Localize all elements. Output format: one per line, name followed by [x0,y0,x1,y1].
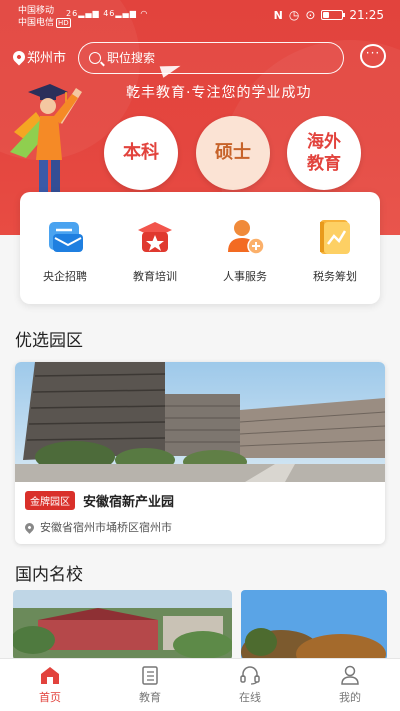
network-type-1: 26 [66,9,79,18]
signal-bars-icon: ▂▄▆ [115,9,137,18]
location-pin-icon [23,520,36,534]
chart-notebook-icon [320,220,350,254]
search-icon [89,52,101,64]
carrier-2: 中国电信 [18,18,55,28]
service-label: 央企招聘 [43,270,87,283]
service-label: 税务筹划 [313,270,357,283]
nav-label: 首页 [39,691,61,704]
signal-bars-icon: ▂▄▆ [78,9,100,18]
bachelor-button[interactable]: 本科 [104,116,178,190]
nav-online[interactable]: 在线 [200,659,300,711]
park-name: 安徽宿新产业园 [83,495,175,510]
park-title-row: 金牌园区 安徽宿新产业园 [25,491,174,510]
graduation-star-icon [138,222,172,252]
search-input[interactable] [107,51,307,65]
city-selector[interactable]: 郑州市 [10,47,67,66]
book-icon [142,666,158,685]
nav-home[interactable]: 首页 [0,659,100,711]
location-icon: ⊙ [305,8,316,22]
nav-profile[interactable]: 我的 [300,659,400,711]
school-card[interactable] [13,590,232,660]
nav-label: 在线 [239,691,261,704]
search-bar[interactable] [78,42,344,74]
envelope-icon [49,222,83,252]
gold-park-badge: 金牌园区 [25,491,75,510]
park-address: 安徽省宿州市埇桥区宿州市 [23,519,172,535]
park-photo [15,362,385,482]
master-button[interactable]: 硕士 [196,116,270,190]
service-label: 教育培训 [133,270,177,283]
location-pin-icon [10,48,28,65]
chat-bubble-icon[interactable]: ··· [360,44,386,68]
wifi-icon: ◠ [140,9,149,18]
status-bar: 中国移动 中国电信 HD 26▂▄▆ 46▂▄▆ ◠ N ◷ ⊙ 21:25 [0,0,400,34]
school-photo [241,590,387,660]
park-address-text: 安徽省宿州市埇桥区宿州市 [40,521,172,534]
headset-icon [240,666,260,685]
home-icon [41,667,59,684]
nav-label: 教育 [139,691,161,704]
signal-icons: 26▂▄▆ 46▂▄▆ ◠ [66,9,148,18]
bottom-nav: 首页 教育 在线 我的 [0,658,400,711]
network-type-2: 46 [103,9,116,18]
overseas-education-button[interactable]: 海外 教育 [287,116,361,190]
city-label: 郑州市 [27,51,67,66]
person-add-icon [228,220,265,255]
carrier-info: 中国移动 中国电信 HD [18,5,71,29]
service-hr[interactable]: 人事服务 [205,216,285,304]
section-title-schools: 国内名校 [15,565,83,585]
person-icon [341,665,359,685]
hd-badge: HD [56,18,71,28]
slogan: 乾丰教育·专注您的学业成功 [126,85,312,101]
school-photo [13,590,232,660]
park-card[interactable]: 金牌园区 安徽宿新产业园 安徽省宿州市埇桥区宿州市 [15,362,385,544]
service-education-training[interactable]: 教育培训 [115,216,195,304]
carrier-1: 中国移动 [18,6,55,16]
service-label: 人事服务 [223,270,267,283]
nfc-icon: N [273,8,283,22]
alarm-icon: ◷ [288,8,300,22]
battery-icon [321,10,346,20]
service-central-enterprise-recruitment[interactable]: 央企招聘 [25,216,105,304]
nav-label: 我的 [339,691,361,704]
clock: 21:25 [349,8,384,22]
nav-education[interactable]: 教育 [100,659,200,711]
school-card[interactable] [241,590,387,660]
section-title-parks: 优选园区 [15,331,83,351]
service-tax-planning[interactable]: 税务筹划 [295,216,375,304]
services-card: 央企招聘 教育培训 人事服务 税务筹划 [20,192,380,304]
